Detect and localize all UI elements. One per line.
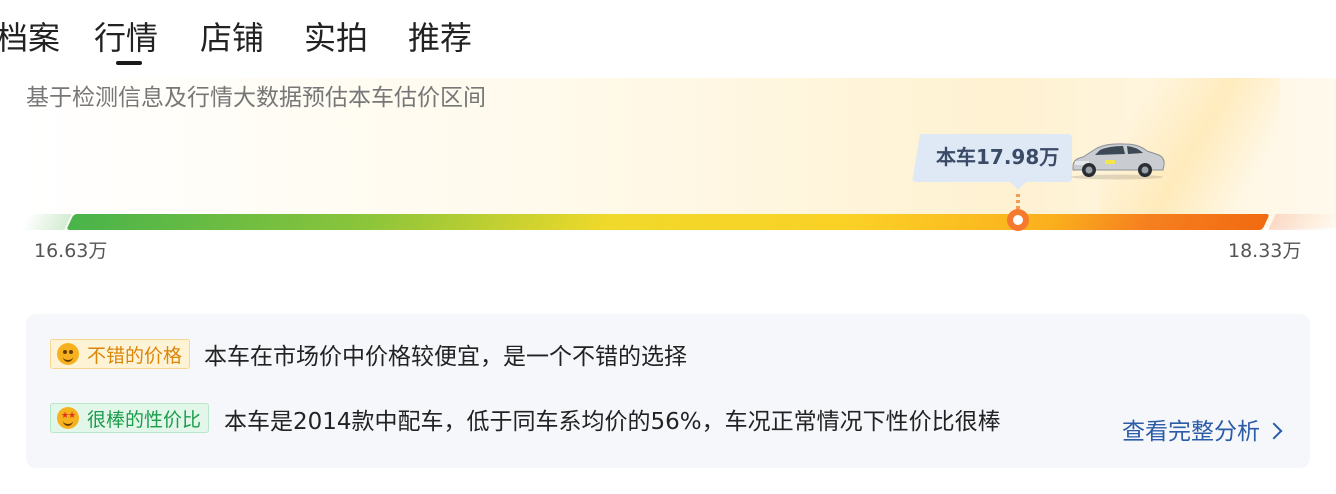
price-range-bar	[20, 214, 1336, 230]
view-full-analysis-label: 查看完整分析	[1122, 419, 1260, 445]
price-analysis-card: 不错的价格 本车在市场价中价格较便宜，是一个不错的选择 ★ ★ 很棒的性价比 本…	[26, 314, 1310, 468]
tab-recommend[interactable]: 推荐	[408, 16, 472, 60]
good-price-description: 本车在市场价中价格较便宜，是一个不错的选择	[204, 344, 687, 370]
sedan-car-icon	[1071, 143, 1165, 180]
tab-bar: 档案 行情 店铺 实拍 推荐	[0, 0, 1336, 70]
smile-emoji-icon	[57, 343, 79, 365]
price-range-subtitle: 基于检测信息及行情大数据预估本车估价区间	[26, 85, 486, 111]
current-price-label: 本车17.98万	[936, 145, 1060, 169]
price-range-high: 18.33万	[1228, 240, 1302, 262]
active-tab-indicator	[116, 61, 142, 65]
chevron-right-icon	[1265, 422, 1283, 440]
star-eyes-emoji-icon: ★ ★	[57, 407, 79, 429]
price-bar-gradient	[66, 214, 1270, 230]
tab-shop[interactable]: 店铺	[200, 16, 264, 60]
good-price-badge-label: 不错的价格	[87, 344, 183, 367]
tab-photos[interactable]: 实拍	[304, 16, 368, 60]
tab-market[interactable]: 行情	[94, 16, 158, 60]
great-value-description: 本车是2014款中配车，低于同车系均价的56%，车况正常情况下性价比很棒	[224, 409, 1001, 435]
great-value-badge: ★ ★ 很棒的性价比	[50, 403, 210, 433]
current-price-tag: 本车17.98万	[912, 134, 1166, 190]
price-tag-pointer	[1010, 182, 1026, 190]
price-range-low: 16.63万	[34, 240, 108, 262]
view-full-analysis-link[interactable]: 查看完整分析	[1122, 415, 1283, 449]
current-price-marker	[1007, 209, 1029, 231]
great-value-badge-label: 很棒的性价比	[87, 408, 202, 431]
price-bar-fade-right	[1268, 214, 1336, 230]
price-marker-center	[1013, 215, 1023, 225]
tab-archive[interactable]: 档案	[0, 16, 60, 60]
good-price-badge: 不错的价格	[50, 339, 191, 369]
price-bar-fade-left	[20, 214, 72, 230]
